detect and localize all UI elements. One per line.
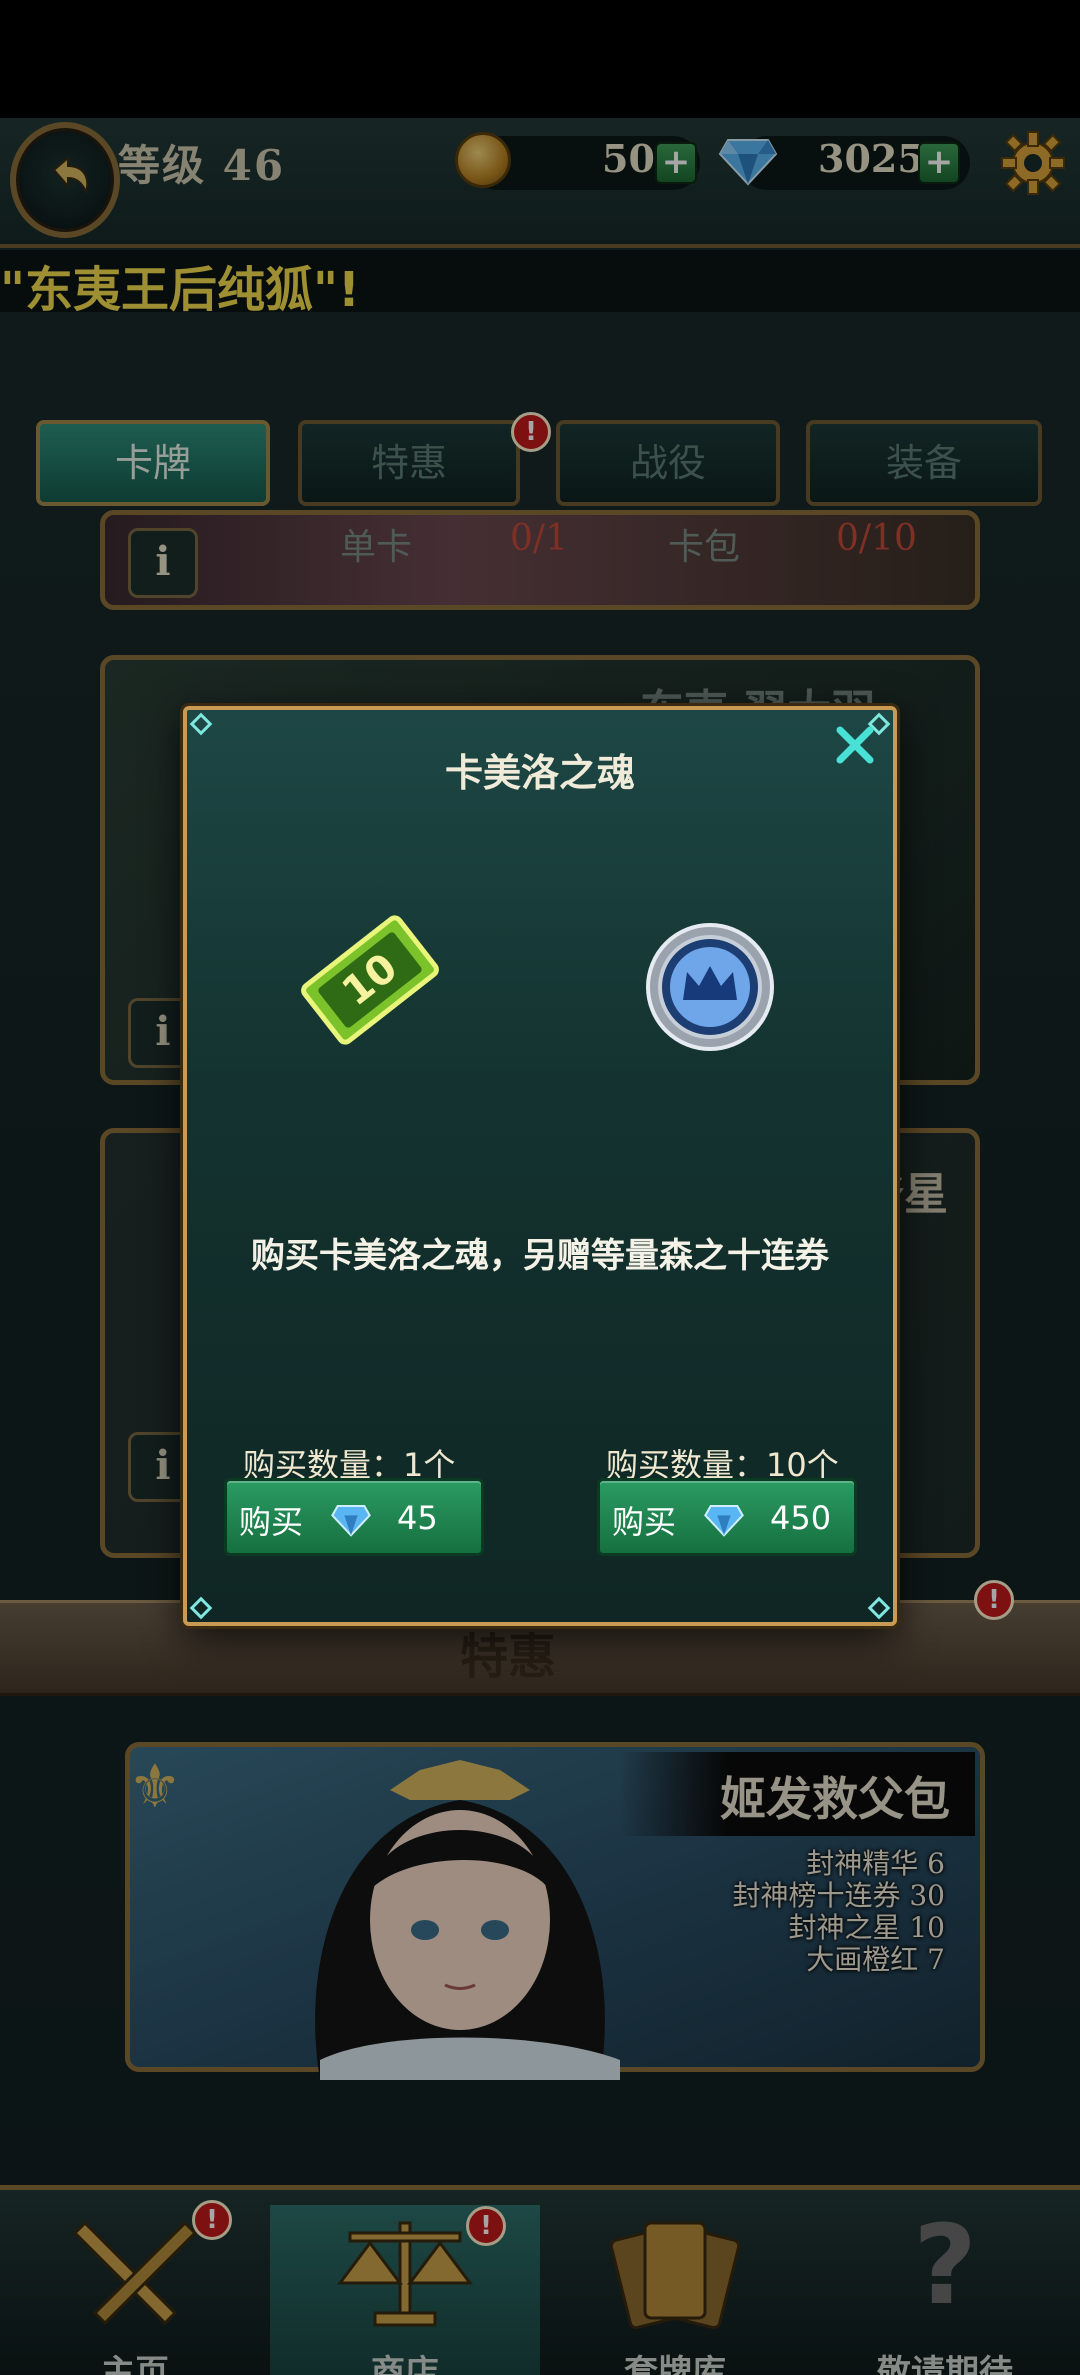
diamond-icon	[704, 1505, 744, 1537]
dialog-description: 购买卡美洛之魂，另赠等量森之十连券	[251, 1236, 829, 1276]
status-bar-area	[0, 0, 1080, 118]
crown-medal-icon	[646, 923, 774, 1051]
diamond-icon	[331, 1505, 371, 1537]
corner-ornament	[189, 712, 213, 736]
buy-label: 购买	[239, 1503, 304, 1541]
buy-1-button[interactable]: 购买 45	[224, 1478, 484, 1556]
price: 45	[397, 1499, 438, 1537]
buy-label: 购买	[612, 1503, 677, 1541]
buy-10-button[interactable]: 购买 450	[597, 1478, 857, 1556]
corner-ornament	[189, 1596, 213, 1620]
dialog-title: 卡美洛之魂	[444, 751, 635, 795]
close-icon[interactable]	[830, 720, 880, 770]
corner-ornament	[867, 1596, 891, 1620]
price: 450	[770, 1499, 832, 1537]
ten-draw-ticket-icon: 10	[301, 915, 439, 1045]
